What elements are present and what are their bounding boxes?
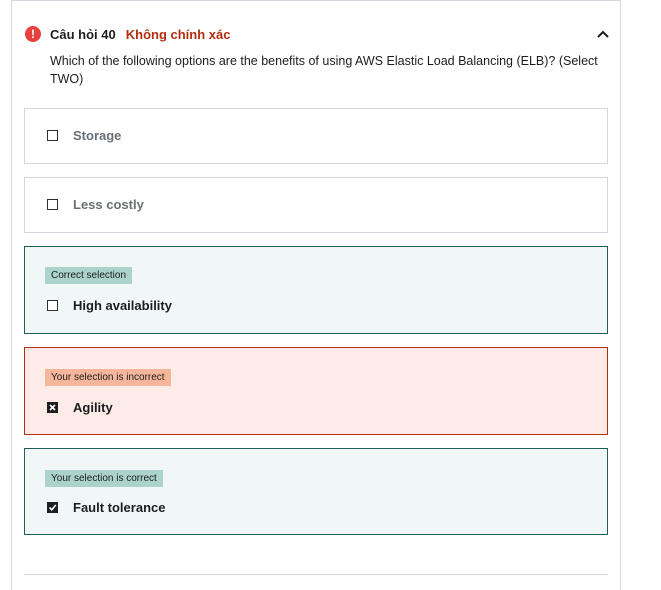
next-option-edge (24, 574, 608, 575)
question-text: Which of the following options are the b… (50, 54, 598, 86)
chevron-up-icon[interactable] (595, 26, 611, 42)
option-label: High availability (73, 298, 172, 313)
x-icon (49, 404, 56, 411)
option-checkbox[interactable] (47, 402, 58, 413)
option-high-availability[interactable]: Correct selection High availability (24, 246, 608, 334)
option-checkbox[interactable] (47, 130, 58, 141)
question-number: Câu hỏi 40 (50, 26, 116, 42)
option-checkbox[interactable] (47, 502, 58, 513)
selection-badge: Your selection is incorrect (45, 369, 171, 386)
selection-badge: Your selection is correct (45, 470, 163, 487)
question-header[interactable]: ! Câu hỏi 40 Không chính xác (25, 24, 611, 44)
option-checkbox[interactable] (47, 199, 58, 210)
option-label: Agility (73, 400, 113, 415)
option-label: Fault tolerance (73, 500, 166, 515)
option-storage[interactable]: Storage (24, 108, 608, 164)
option-checkbox[interactable] (47, 300, 58, 311)
alert-circle-icon: ! (25, 26, 41, 42)
option-less-costly[interactable]: Less costly (24, 177, 608, 233)
option-fault-tolerance[interactable]: Your selection is correct Fault toleranc… (24, 448, 608, 535)
option-agility[interactable]: Your selection is incorrect Agility (24, 347, 608, 435)
check-icon (48, 504, 57, 511)
question-status: Không chính xác (125, 26, 231, 42)
option-label: Storage (73, 128, 122, 143)
option-label: Less costly (73, 197, 144, 212)
selection-badge: Correct selection (45, 267, 133, 284)
